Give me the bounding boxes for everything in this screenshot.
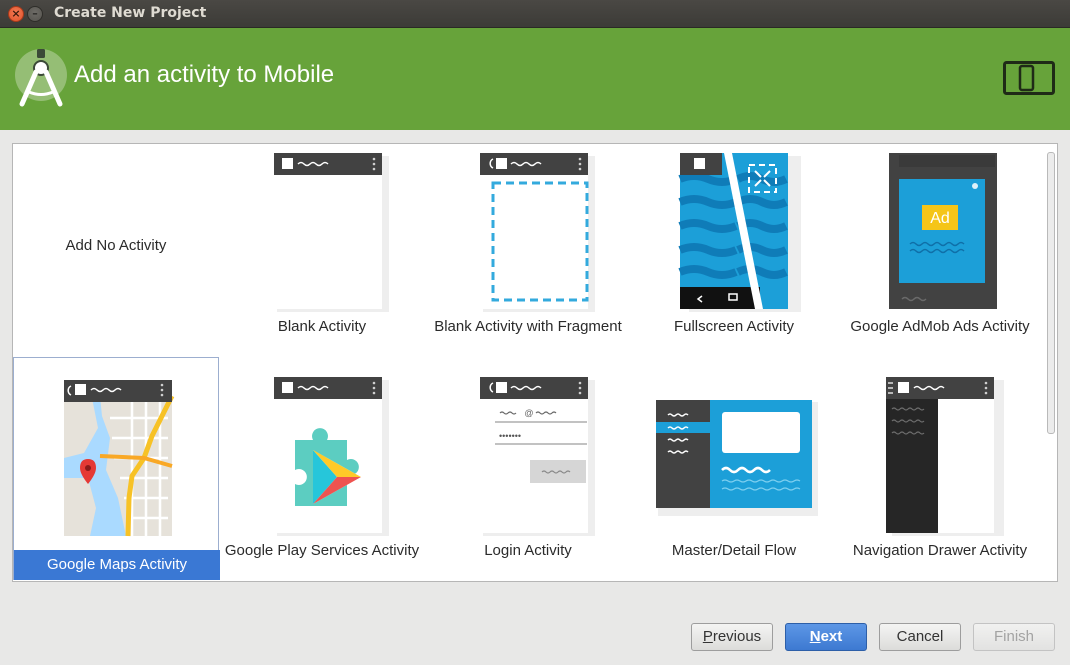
phone-tablet-icon [1003,61,1055,95]
finish-button[interactable]: Finish [973,623,1055,651]
google-maps-thumbnail [64,380,175,537]
play-services-thumbnail [274,377,389,536]
tile-label: Navigation Drawer Activity [852,542,1028,559]
login-thumbnail: @ ••••••• [480,377,595,536]
page-title: Add an activity to Mobile [74,61,335,88]
tile-navigation-drawer-activity[interactable]: Navigation Drawer Activity [837,368,1043,581]
email-at-sign: @ [524,408,533,418]
navigation-drawer-thumbnail [886,377,1004,536]
tile-label: Login Activity [484,542,572,559]
tile-add-no-activity[interactable]: Add No Activity [13,144,219,367]
mnemonic-letter: N [809,628,821,645]
fullscreen-thumbnail [678,153,801,312]
tile-fullscreen-activity[interactable]: Fullscreen Activity [631,144,837,367]
tile-label: Google AdMob Ads Activity [850,318,1030,335]
tile-label: Add No Activity [65,237,167,254]
close-window-button[interactable]: × [8,6,24,22]
button-label: revious [712,628,762,645]
cancel-button[interactable]: Cancel [879,623,961,651]
android-studio-icon [15,49,67,107]
minimize-window-button[interactable]: – [27,6,43,22]
gallery-scrollbar[interactable] [1047,152,1055,577]
minimize-icon: – [32,7,38,20]
blank-activity-thumbnail [274,153,389,312]
blank-fragment-thumbnail [480,153,595,312]
previous-button[interactable]: Previous [691,623,773,651]
button-label: ext [820,628,843,645]
ad-badge: Ad [930,210,950,227]
mnemonic-letter: P [702,628,713,645]
tile-label: Fullscreen Activity [673,318,795,335]
password-mask: ••••••• [499,431,521,441]
activity-gallery: Add No Activity Blank Activity Blank Act… [12,143,1058,582]
window-title: Create New Project [54,5,207,21]
tile-label: Blank Activity [277,318,367,335]
close-icon: × [11,7,21,20]
tile-google-admob-ads-activity[interactable]: Ad Google AdMob Ads Activity [837,144,1043,367]
next-button[interactable]: Next [785,623,867,651]
title-bar: × – Create New Project [0,0,1070,28]
tile-label: Google Maps Activity [14,550,220,580]
tile-master-detail-flow[interactable]: Master/Detail Flow [631,368,837,581]
tile-google-maps-activity[interactable]: Google Maps Activity [13,357,220,580]
tile-blank-activity-with-fragment[interactable]: Blank Activity with Fragment [425,144,631,367]
wizard-header: Add an activity to Mobile [0,28,1070,130]
admob-thumbnail: Ad [889,153,997,309]
tile-label: Blank Activity with Fragment [434,318,622,335]
tile-label: Master/Detail Flow [671,542,797,559]
master-detail-thumbnail [656,400,818,516]
tile-google-play-services-activity[interactable]: Google Play Services Activity [219,368,425,581]
scrollbar-thumb[interactable] [1047,152,1055,434]
tile-label: Google Play Services Activity [224,542,420,559]
tile-login-activity[interactable]: @ ••••••• Login Activity [425,368,631,581]
tile-blank-activity[interactable]: Blank Activity [219,144,425,367]
